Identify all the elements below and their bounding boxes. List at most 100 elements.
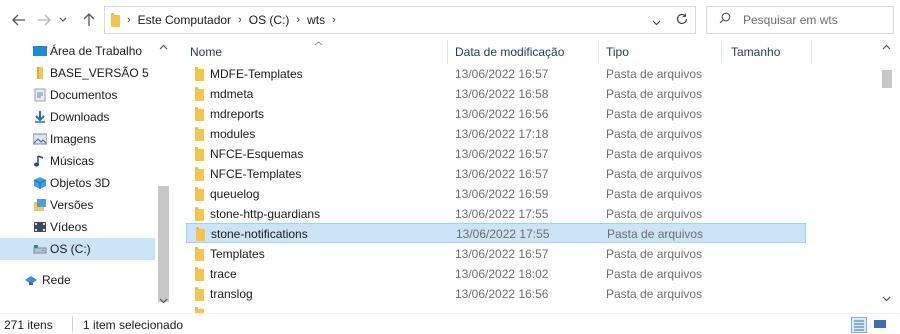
table-row-selected[interactable]: stone-notifications 13/06/2022 17:55 Pasta… <box>186 223 806 243</box>
sidebar-item-imagens[interactable]: Imagens <box>0 128 155 150</box>
file-type: Pasta de arquivos <box>606 167 703 181</box>
large-icons-view-icon <box>874 320 886 328</box>
documents-icon <box>34 88 46 102</box>
up-button[interactable] <box>78 9 100 31</box>
address-row: › Este Computador › OS (C:) › wts › Pesq… <box>0 0 900 40</box>
sidebar-item-videos[interactable]: Vídeos <box>0 216 155 238</box>
folder-icon <box>195 127 204 141</box>
column-header-label: Tamanho <box>731 45 781 59</box>
folder-icon <box>111 13 120 27</box>
scrollbar-thumb[interactable] <box>882 70 892 88</box>
refresh-button[interactable] <box>675 12 689 29</box>
table-row[interactable]: modules 13/06/2022 17:18 Pasta de arquivos <box>186 124 806 144</box>
status-divider <box>72 316 73 332</box>
sidebar-item-os-c[interactable]: OS (C:) <box>0 238 155 260</box>
column-header-date[interactable]: Data de modificação <box>448 40 598 64</box>
sidebar-item-versoes[interactable]: Versões <box>0 194 155 216</box>
scroll-up-icon[interactable] <box>882 44 891 50</box>
breadcrumb-item-wts[interactable]: wts <box>307 13 325 27</box>
file-name: mdreports <box>210 107 265 121</box>
file-date: 13/06/2022 17:18 <box>455 127 549 141</box>
table-row[interactable]: NFCE-Esquemas 13/06/2022 16:57 Pasta de ar… <box>186 144 806 164</box>
file-type: Pasta de arquivos <box>606 287 703 301</box>
file-date: 13/06/2022 16:56 <box>455 107 549 121</box>
file-list: MDFE-Templates 13/06/2022 16:57 Pasta de a… <box>186 64 878 320</box>
folder-icon <box>195 247 204 261</box>
status-bar: 271 itens 1 item selecionado <box>0 313 900 334</box>
file-date: 13/06/2022 18:02 <box>455 267 549 281</box>
table-row[interactable]: trace 13/06/2022 18:02 Pasta de arquivos <box>186 264 806 284</box>
folder-icon <box>195 207 204 221</box>
selection-count: 1 item selecionado <box>83 318 184 332</box>
recent-locations-button[interactable] <box>56 9 70 31</box>
navigation-scrollbar[interactable] <box>155 40 172 312</box>
sidebar-item-label: Vídeos <box>50 220 88 234</box>
sidebar-item-label: OS (C:) <box>50 242 91 256</box>
forward-button[interactable] <box>33 9 55 31</box>
folder-icon <box>37 67 43 79</box>
column-divider[interactable] <box>811 40 812 64</box>
address-dropdown-button[interactable] <box>652 15 661 29</box>
table-row[interactable]: translog 13/06/2022 16:56 Pasta de arquivo… <box>186 284 806 304</box>
table-row[interactable]: Templates 13/06/2022 16:57 Pasta de arquiv… <box>186 244 806 264</box>
chevron-right-icon[interactable]: › <box>296 14 300 26</box>
sidebar-item-objetos-3d[interactable]: Objetos 3D <box>0 172 155 194</box>
sidebar-item-documentos[interactable]: Documentos <box>0 84 155 106</box>
videos-icon <box>34 222 46 232</box>
file-name: NFCE-Esquemas <box>210 147 304 161</box>
folder-icon <box>195 287 204 301</box>
file-type: Pasta de arquivos <box>606 247 703 261</box>
column-header-type[interactable]: Tipo <box>599 40 721 64</box>
back-arrow-icon <box>12 14 25 26</box>
sidebar-item-musicas[interactable]: Músicas <box>0 150 155 172</box>
item-count: 271 itens <box>4 318 53 332</box>
column-header-size[interactable]: Tamanho <box>722 40 812 64</box>
sidebar-item-label: BASE_VERSÃO 5 <box>50 66 149 80</box>
navigation-pane: Área de Trabalho BASE_VERSÃO 5 Documento… <box>0 40 172 320</box>
breadcrumb-item-este-computador[interactable]: Este Computador <box>138 13 231 27</box>
file-name: NFCE-Templates <box>210 167 302 181</box>
scroll-down-icon[interactable] <box>882 296 891 302</box>
chevron-right-icon[interactable]: › <box>332 14 336 26</box>
file-date: 13/06/2022 16:57 <box>455 247 549 261</box>
scrollbar-thumb[interactable] <box>158 186 169 302</box>
sidebar-item-downloads[interactable]: Downloads <box>0 106 155 128</box>
sidebar-item-label: Objetos 3D <box>50 176 111 190</box>
file-type: Pasta de arquivos <box>606 87 703 101</box>
file-date: 13/06/2022 16:58 <box>455 87 549 101</box>
file-name: stone-notifications <box>211 227 308 241</box>
drive-icon <box>33 245 47 254</box>
large-icons-view-button[interactable] <box>873 317 889 333</box>
file-name: mdmeta <box>210 87 254 101</box>
folder-icon <box>195 87 204 101</box>
table-row[interactable]: mdreports 13/06/2022 16:56 Pasta de arquiv… <box>186 104 806 124</box>
scroll-down-icon[interactable] <box>159 298 168 304</box>
sidebar-item-area-de-trabalho[interactable]: Área de Trabalho <box>0 40 155 62</box>
table-row[interactable]: NFCE-Templates 13/06/2022 16:57 Pasta de a… <box>186 164 806 184</box>
address-bar[interactable]: › Este Computador › OS (C:) › wts › <box>104 6 696 34</box>
table-row[interactable]: queuelog 13/06/2022 16:59 Pasta de arquivo… <box>186 184 806 204</box>
file-list-scrollbar[interactable] <box>878 40 895 310</box>
table-row[interactable]: mdmeta 13/06/2022 16:58 Pasta de arquivos <box>186 84 806 104</box>
sidebar-item-rede[interactable]: Rede <box>0 269 155 291</box>
file-name: Templates <box>210 247 265 261</box>
sidebar-item-label: Rede <box>42 273 71 287</box>
sidebar-item-base-versao-5[interactable]: BASE_VERSÃO 5 <box>0 62 155 84</box>
details-view-button[interactable] <box>851 317 867 333</box>
file-type: Pasta de arquivos <box>607 227 704 241</box>
column-header-name[interactable]: Nome <box>188 40 448 64</box>
back-button[interactable] <box>8 9 30 31</box>
file-date: 13/06/2022 17:55 <box>456 227 550 241</box>
chevron-right-icon[interactable]: › <box>238 14 242 26</box>
folder-icon <box>195 147 204 161</box>
folder-icon <box>195 67 204 81</box>
table-row[interactable]: MDFE-Templates 13/06/2022 16:57 Pasta de a… <box>186 64 806 84</box>
sidebar-item-label: Imagens <box>50 132 97 146</box>
folder-icon <box>195 167 204 181</box>
table-row[interactable]: stone-http-guardians 13/06/2022 17:55 Past… <box>186 204 806 224</box>
search-placeholder: Pesquisar em wts <box>743 13 838 27</box>
search-input[interactable]: Pesquisar em wts <box>706 6 894 34</box>
scroll-up-icon[interactable] <box>159 44 168 50</box>
breadcrumb-item-os-c[interactable]: OS (C:) <box>249 13 290 27</box>
file-name: trace <box>210 267 237 281</box>
